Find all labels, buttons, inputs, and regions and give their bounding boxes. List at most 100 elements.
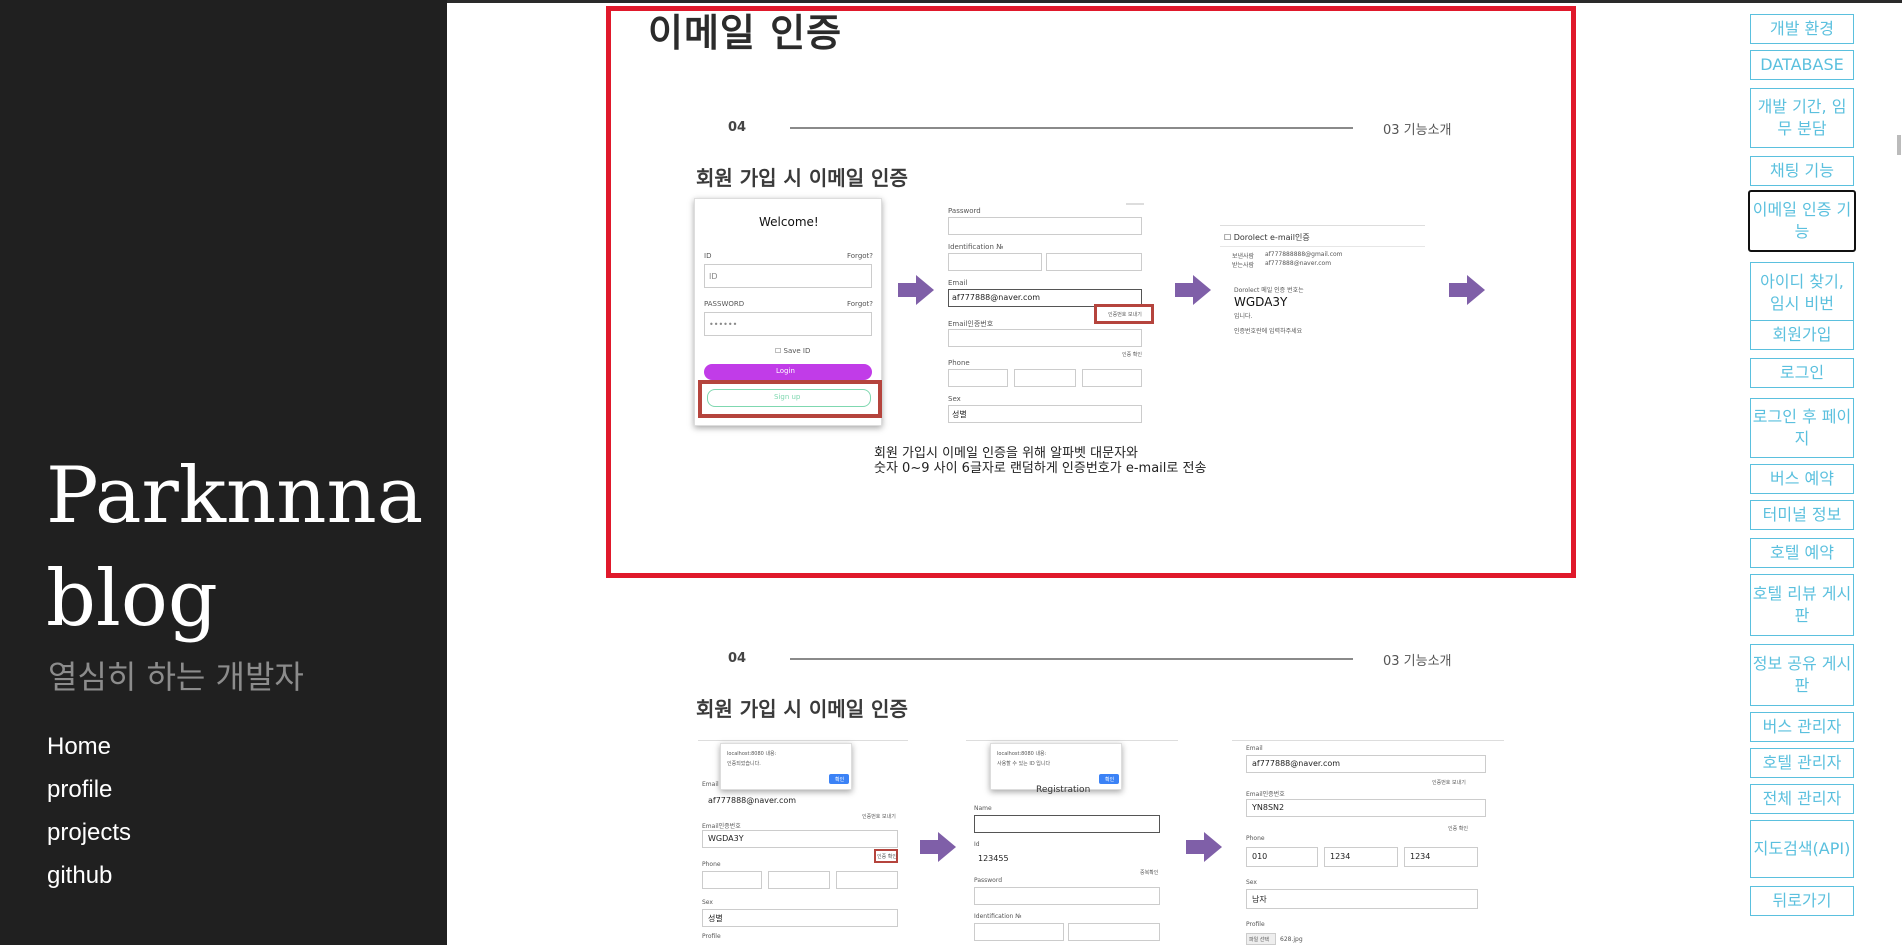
toc-item-total-admin[interactable]: 전체 관리자	[1750, 784, 1854, 814]
p1-phone-2	[768, 871, 830, 889]
login-forgot-password: Forgot?	[847, 300, 874, 308]
login-id-placeholder: ID	[709, 272, 718, 281]
form-ident-field-1	[948, 253, 1042, 271]
toc-item-schedule[interactable]: 개발 기간, 임무 분담	[1750, 88, 1854, 148]
p1-email-value: af777888@naver.com	[708, 796, 797, 805]
p3-code-label: Email인증번호	[1246, 791, 1285, 798]
form-email-code-field	[948, 329, 1142, 347]
login-password-value: ••••••	[709, 320, 738, 329]
slide-heading: 회원 가입 시 이메일 인증	[696, 166, 908, 190]
p3-email-value: af777888@naver.com	[1252, 759, 1341, 768]
form-ident-label: Identification №	[948, 243, 1004, 251]
sidebar: Parknnna blog 열심히 하는 개발자 Home profile pr…	[0, 0, 447, 945]
toc-item-find-id[interactable]: 아이디 찾기, 임시 비번	[1750, 262, 1854, 324]
site-subtitle: 열심히 하는 개발자	[48, 658, 304, 696]
toc-item-back[interactable]: 뒤로가기	[1750, 886, 1854, 916]
form-password-label: Password	[948, 207, 981, 215]
toc-item-map-search[interactable]: 지도검색(API)	[1750, 820, 1854, 878]
form-sex-select	[948, 405, 1142, 423]
p3-send-code: 인증번호 보내기	[1432, 780, 1466, 786]
p3-code-value: YN8SN2	[1252, 803, 1285, 812]
p1-phone-1	[702, 871, 762, 889]
form-sex-label: Sex	[948, 395, 961, 403]
form-phone-label: Phone	[948, 359, 970, 367]
form-confirm: 인증 확인	[1122, 352, 1142, 358]
form-phone-2	[1014, 369, 1076, 387]
site-title[interactable]: Parknnna blog	[46, 445, 446, 651]
p1-send-code: 인증번호 보내기	[862, 814, 896, 820]
nav-github[interactable]: github	[47, 859, 131, 902]
arrow-right-icon	[1175, 275, 1211, 305]
p3-file-button-label: 파일 선택	[1249, 937, 1269, 943]
p2-dup-check: 중복확인	[1140, 870, 1159, 876]
slide-category: 03 기능소개	[1383, 654, 1452, 669]
toc-item-chat[interactable]: 채팅 기능	[1750, 156, 1854, 186]
login-welcome: Welcome!	[759, 215, 819, 229]
p3-phone-3-value: 1234	[1410, 852, 1431, 861]
toc-item-hotel-reservation[interactable]: 호텔 예약	[1750, 538, 1854, 568]
p1-confirm: 인증 확인	[877, 854, 897, 860]
form-divider	[1126, 203, 1144, 205]
toc-item-login[interactable]: 로그인	[1750, 358, 1854, 388]
p1-confirm-red-highlight: 인증 확인	[874, 849, 898, 863]
toc-item-bus-admin[interactable]: 버스 관리자	[1750, 712, 1854, 742]
alert-title: localhost:8080 내용:	[997, 751, 1047, 757]
p1-sex-select	[702, 909, 898, 927]
toc-item-hotel-review[interactable]: 호텔 리뷰 게시판	[1750, 574, 1854, 636]
toc-item-info-share[interactable]: 정보 공유 게시판	[1750, 644, 1854, 706]
toc-item-hotel-admin[interactable]: 호텔 관리자	[1750, 748, 1854, 778]
p1-code-label: Email인증번호	[702, 823, 741, 830]
p3-sex-label: Sex	[1246, 879, 1257, 886]
site-nav: Home profile projects github	[47, 730, 131, 902]
form-email-code-label: Email인증번호	[948, 320, 994, 328]
p1-email-label: Email	[702, 781, 719, 788]
p3-file-button-image: 파일 선택	[1246, 933, 1276, 945]
p1-profile-label: Profile	[702, 933, 721, 940]
page-scrollbar-thumb[interactable]	[1897, 135, 1901, 155]
p3-sex-value: 남자	[1252, 895, 1267, 904]
p3-phone-2-value: 1234	[1330, 852, 1351, 861]
completed-form-panel-image: Email af777888@naver.com 인증번호 보내기 Email인…	[1232, 740, 1504, 946]
send-code-red-highlight	[1094, 304, 1154, 324]
p2-password-label: Password	[974, 877, 1003, 884]
toc-item-database[interactable]: DATABASE	[1750, 50, 1854, 80]
p3-sex-select	[1246, 889, 1478, 909]
nav-projects[interactable]: projects	[47, 816, 131, 859]
mail-divider	[1220, 246, 1425, 247]
arrow-right-icon	[898, 275, 934, 305]
login-id-field	[704, 264, 872, 288]
toc-item-after-login[interactable]: 로그인 후 페이지	[1750, 398, 1854, 458]
p2-password-field	[974, 887, 1160, 905]
alert-dialog-image: localhost:8080 내용: 인증되었습니다. 확인	[720, 743, 852, 790]
login-button-image: Login	[704, 364, 872, 380]
p1-phone-3	[836, 871, 898, 889]
slide-heading: 회원 가입 시 이메일 인증	[696, 697, 908, 721]
toc-item-dev-env[interactable]: 개발 환경	[1750, 14, 1854, 44]
nav-profile[interactable]: profile	[47, 773, 131, 816]
site-title-line2: blog	[46, 554, 218, 644]
login-password-label: PASSWORD	[704, 300, 745, 308]
nav-home[interactable]: Home	[47, 730, 131, 773]
mail-body-3: 인증번호란에 입력하주세요	[1234, 328, 1303, 335]
p2-name-field	[974, 815, 1160, 833]
alert-ok-label: 확인	[835, 777, 845, 783]
slide-divider	[790, 658, 1353, 660]
form-email-label: Email	[948, 279, 968, 287]
toc-item-email-auth[interactable]: 이메일 인증 기능	[1748, 190, 1856, 252]
p2-name-label: Name	[974, 805, 992, 812]
p2-ident-field-2	[1068, 923, 1160, 941]
caption-line-1: 회원 가입시 이메일 인증을 위해 알파벳 대문자와	[874, 446, 1138, 461]
slide-caption: 회원 가입시 이메일 인증을 위해 알파벳 대문자와 숫자 0~9 사이 6글자…	[874, 446, 1206, 476]
toc-item-terminal-info[interactable]: 터미널 정보	[1750, 500, 1854, 530]
form-email-value: af777888@naver.com	[952, 293, 1041, 302]
p3-confirm: 인증 확인	[1448, 826, 1468, 832]
p3-email-label: Email	[1246, 745, 1263, 752]
toc-item-bus-reservation[interactable]: 버스 예약	[1750, 464, 1854, 494]
p2-id-label: Id	[974, 841, 980, 848]
mail-subject-text: Dorolect e-mail인증	[1233, 233, 1310, 242]
login-id-label: ID	[704, 252, 712, 260]
toc-item-signup[interactable]: 회원가입	[1750, 320, 1854, 350]
mail-code: WGDA3Y	[1234, 295, 1288, 309]
arrow-right-icon	[1186, 832, 1222, 862]
login-forgot-id: Forgot?	[847, 252, 874, 260]
